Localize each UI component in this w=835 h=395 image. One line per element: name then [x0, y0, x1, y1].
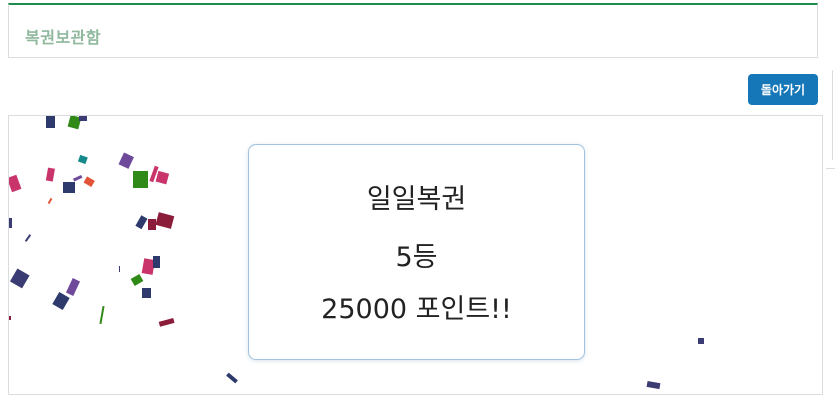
- confetti-piece: [77, 154, 88, 165]
- prize-rank: 5등: [395, 242, 438, 273]
- confetti-piece: [158, 317, 175, 327]
- confetti-piece: [99, 305, 105, 325]
- lottery-storage-header: 복권보관함: [8, 3, 818, 58]
- confetti-piece: [46, 116, 55, 128]
- confetti-piece: [226, 372, 238, 384]
- right-edge-divider-2: [826, 168, 835, 169]
- confetti-piece: [119, 266, 120, 272]
- confetti-piece: [133, 171, 148, 188]
- confetti-piece: [118, 152, 134, 169]
- confetti-piece: [155, 212, 175, 229]
- confetti-stage: 일일복권 5등 25000 포인트!!: [8, 115, 823, 395]
- confetti-piece: [9, 268, 30, 289]
- confetti-piece: [9, 174, 22, 193]
- prize-reward: 25000 포인트!!: [321, 294, 512, 325]
- confetti-piece: [698, 338, 704, 344]
- confetti-piece: [72, 174, 83, 182]
- confetti-piece: [148, 219, 156, 230]
- lottery-result-card: 일일복권 5등 25000 포인트!!: [248, 144, 585, 360]
- confetti-piece: [52, 291, 70, 311]
- page-title: 복권보관함: [25, 28, 102, 47]
- confetti-piece: [83, 176, 95, 187]
- confetti-piece: [47, 197, 53, 205]
- confetti-piece: [142, 288, 151, 298]
- confetti-piece: [24, 234, 32, 242]
- confetti-piece: [63, 182, 75, 193]
- confetti-piece: [9, 218, 12, 228]
- confetti-piece: [79, 116, 87, 121]
- confetti-piece: [45, 167, 55, 182]
- confetti-piece: [153, 256, 160, 268]
- confetti-piece: [646, 381, 661, 390]
- confetti-piece: [65, 278, 81, 296]
- confetti-piece: [155, 170, 170, 185]
- confetti-piece: [130, 274, 144, 286]
- back-button[interactable]: 돌아가기: [748, 74, 818, 105]
- right-edge-divider: [832, 70, 833, 160]
- confetti-piece: [135, 215, 148, 230]
- confetti-piece: [9, 316, 11, 320]
- lottery-name: 일일복권: [366, 184, 467, 215]
